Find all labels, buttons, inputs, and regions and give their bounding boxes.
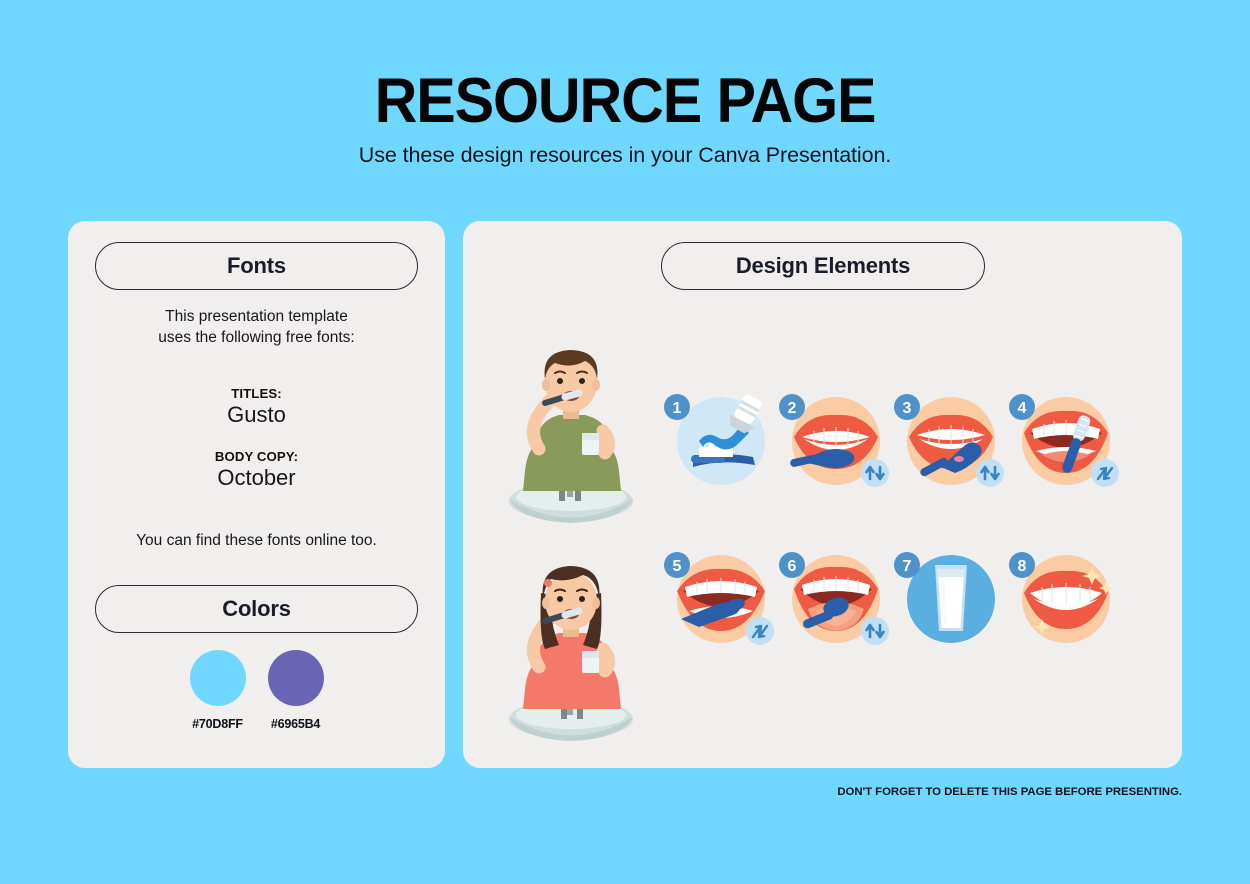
icon-number-3: 3 xyxy=(903,400,912,417)
fonts-and-colors-panel: Fonts This presentation template uses th… xyxy=(68,221,445,768)
up-down-arrows-badge xyxy=(861,459,889,487)
design-icon-grid: 1 2 3 4 5 6 7 8 xyxy=(663,389,1123,647)
fonts-description-line2: uses the following free fonts: xyxy=(158,328,355,346)
icon-number-4: 4 xyxy=(1018,400,1027,417)
body-font-group: BODY COPY: October xyxy=(68,449,445,491)
brush-inner-surface-icon: 4 xyxy=(1009,394,1119,487)
swatch-dot-purple xyxy=(267,650,324,706)
brush-front-teeth-icon: 2 xyxy=(779,394,889,487)
slide-canvas: RESOURCE PAGE Use these design resources… xyxy=(0,0,1250,884)
icon-cell-7[interactable]: 7 xyxy=(893,547,1008,647)
color-swatch-list: #70D8FF #6965B4 xyxy=(68,650,445,731)
up-down-arrows-badge xyxy=(976,459,1004,487)
icon-cell-3[interactable]: 3 xyxy=(893,389,1008,489)
fonts-section-pill[interactable]: Fonts xyxy=(95,242,418,290)
fonts-note: You can find these fonts online too. xyxy=(136,532,377,549)
icon-number-2: 2 xyxy=(788,400,797,417)
brush-outer-surface-icon: 3 xyxy=(894,394,1004,487)
boy-brushing-teeth-illustration[interactable] xyxy=(501,331,641,526)
fonts-description-line1: This presentation template xyxy=(165,308,348,325)
diagonal-arrows-badge xyxy=(746,617,774,645)
glass-of-water-icon: 7 xyxy=(894,552,995,643)
girl-brushing-teeth-illustration[interactable] xyxy=(501,549,641,744)
icon-number-6: 6 xyxy=(788,558,797,575)
icon-number-7: 7 xyxy=(903,558,912,575)
colors-section-pill[interactable]: Colors xyxy=(95,585,418,633)
fonts-description: This presentation template uses the foll… xyxy=(68,307,445,348)
delete-page-reminder: DON'T FORGET TO DELETE THIS PAGE BEFORE … xyxy=(837,786,1182,798)
titles-font-group: TITLES: Gusto xyxy=(68,386,445,428)
icon-cell-8[interactable]: 8 xyxy=(1008,547,1123,647)
titles-font-role: TITLES: xyxy=(231,386,282,401)
design-elements-panel: Design Elements 1 2 3 4 5 6 7 8 xyxy=(463,221,1182,768)
diagonal-arrows-badge xyxy=(1091,459,1119,487)
body-font-role: BODY COPY: xyxy=(214,449,299,464)
colors-pill-label: Colors xyxy=(222,596,291,621)
header: RESOURCE PAGE Use these design resources… xyxy=(0,68,1250,168)
swatch-dot-sky-blue xyxy=(189,650,246,706)
toothpaste-on-brush-icon: 1 xyxy=(664,394,765,485)
icon-number-1: 1 xyxy=(673,400,682,417)
icon-cell-6[interactable]: 6 xyxy=(778,547,893,647)
icon-cell-4[interactable]: 4 xyxy=(1008,389,1123,489)
clean-sparkling-teeth-icon: 8 xyxy=(1009,552,1113,643)
up-down-arrows-badge xyxy=(861,617,889,645)
icon-number-8: 8 xyxy=(1018,558,1027,575)
icon-cell-5[interactable]: 5 xyxy=(663,547,778,647)
color-swatch[interactable]: #6965B4 xyxy=(267,650,324,731)
color-swatch[interactable]: #70D8FF xyxy=(189,650,246,731)
people-illustrations xyxy=(501,331,641,749)
page-title: RESOURCE PAGE xyxy=(374,66,877,136)
design-elements-pill[interactable]: Design Elements xyxy=(661,242,985,290)
body-font-name: October xyxy=(217,465,296,490)
icon-number-5: 5 xyxy=(673,558,682,575)
brush-tongue-icon: 6 xyxy=(779,552,889,645)
page-subtitle: Use these design resources in your Canva… xyxy=(358,143,892,168)
icon-cell-2[interactable]: 2 xyxy=(778,389,893,489)
swatch-hex-purple: #6965B4 xyxy=(270,717,321,731)
brush-chewing-surface-icon: 5 xyxy=(664,552,774,645)
fonts-pill-label: Fonts xyxy=(227,253,286,278)
icon-cell-1[interactable]: 1 xyxy=(663,389,778,489)
swatch-hex-sky-blue: #70D8FF xyxy=(192,717,243,731)
design-elements-pill-label: Design Elements xyxy=(735,253,911,278)
titles-font-name: Gusto xyxy=(227,402,286,427)
